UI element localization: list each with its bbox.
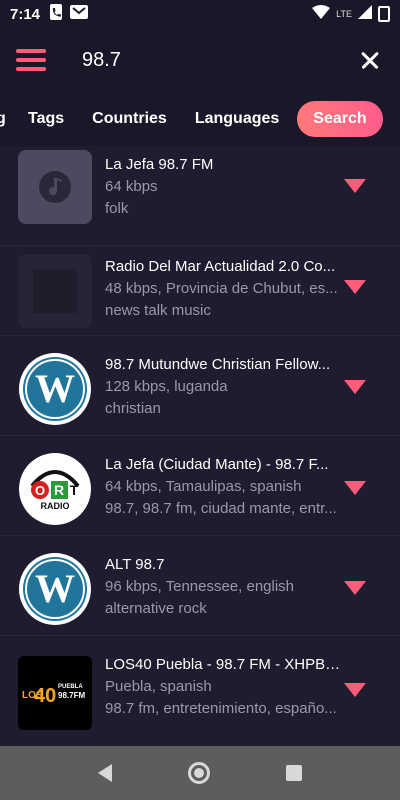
tab-search[interactable]: Search: [297, 101, 383, 137]
expand-icon[interactable]: [344, 581, 366, 597]
los40-city: PUEBLA: [58, 684, 83, 690]
station-title: LOS40 Puebla - 98.7 FM - XHPBA...: [105, 656, 343, 673]
notification-icon: [70, 5, 89, 23]
expand-icon[interactable]: [344, 280, 366, 296]
expand-icon[interactable]: [344, 683, 366, 699]
wordpress-logo-icon: W: [18, 552, 92, 626]
tab-languages[interactable]: Languages: [181, 102, 293, 136]
station-details: 48 kbps, Provincia de Chubut, es...: [105, 280, 338, 297]
status-right: LTE: [312, 5, 390, 23]
station-list-item[interactable]: Radio Del Mar Actualidad 2.0 Co... 48 kb…: [0, 246, 400, 336]
los40-number: 40: [34, 685, 56, 707]
station-details: 64 kbps: [105, 178, 158, 195]
wifi-icon: [312, 5, 331, 23]
los40-logo-icon: LOS 40 PUEBLA 98.7FM: [18, 656, 92, 730]
station-tags: christian: [105, 400, 161, 417]
svg-text:O: O: [35, 483, 45, 498]
back-icon[interactable]: [98, 764, 112, 782]
station-list-item[interactable]: O R T RADIO La Jefa (Ciudad Mante) - 98.…: [0, 436, 400, 536]
station-title: La Jefa 98.7 FM: [105, 156, 214, 173]
status-bar: 7:14 LTE: [0, 0, 400, 28]
signal-icon: [358, 5, 372, 23]
phone-icon: [50, 4, 63, 24]
station-list: La Jefa 98.7 FM 64 kbps folk Radio Del M…: [0, 146, 400, 746]
tab-tags[interactable]: Tags: [14, 102, 78, 136]
station-title: ALT 98.7: [105, 556, 165, 573]
station-title: La Jefa (Ciudad Mante) - 98.7 F...: [105, 456, 329, 473]
station-details: 96 kbps, Tennessee, english: [105, 578, 295, 595]
svg-text:R: R: [54, 482, 64, 498]
category-tabs: g Tags Countries Languages Search: [0, 92, 400, 146]
blank-logo-icon: [18, 254, 92, 328]
station-tags: 98.7 fm, entretenimiento, españo...: [105, 700, 337, 717]
close-icon[interactable]: [356, 46, 384, 74]
station-tags: 98.7, 98.7 fm, ciudad mante, entr...: [105, 500, 337, 517]
station-title: Radio Del Mar Actualidad 2.0 Co...: [105, 258, 336, 275]
station-list-item[interactable]: La Jefa 98.7 FM 64 kbps folk: [0, 146, 400, 246]
station-tags: news talk music: [105, 302, 211, 319]
tab-countries[interactable]: Countries: [78, 102, 181, 136]
station-list-item[interactable]: W 98.7 Mutundwe Christian Fellow... 128 …: [0, 336, 400, 436]
station-list-item[interactable]: LOS 40 PUEBLA 98.7FM LOS40 Puebla - 98.7…: [0, 636, 400, 746]
los40-freq: 98.7FM: [58, 691, 85, 700]
svg-text:W: W: [35, 366, 75, 411]
station-list-item[interactable]: W ALT 98.7 96 kbps, Tennessee, english a…: [0, 536, 400, 636]
station-title: 98.7 Mutundwe Christian Fellow...: [105, 356, 331, 373]
ort-radio-text: RADIO: [41, 501, 70, 511]
station-details: 128 kbps, luganda: [105, 378, 228, 395]
ort-radio-logo-icon: O R T RADIO: [18, 452, 92, 526]
search-input[interactable]: [82, 48, 322, 72]
expand-icon[interactable]: [344, 481, 366, 497]
network-type: LTE: [336, 9, 352, 19]
status-time: 7:14: [10, 5, 41, 23]
home-icon[interactable]: [188, 762, 210, 784]
music-note-icon: [18, 150, 92, 224]
svg-text:W: W: [35, 566, 75, 611]
svg-text:T: T: [70, 482, 79, 498]
app-header: [0, 28, 400, 92]
station-tags: folk: [105, 200, 129, 217]
tab-partial[interactable]: g: [0, 102, 14, 136]
expand-icon[interactable]: [344, 179, 366, 195]
station-tags: alternative rock: [105, 600, 207, 617]
station-details: 64 kbps, Tamaulipas, spanish: [105, 478, 302, 495]
expand-icon[interactable]: [344, 380, 366, 396]
system-nav-bar: [0, 746, 400, 800]
hamburger-menu-icon[interactable]: [16, 49, 46, 71]
wordpress-logo-icon: W: [18, 352, 92, 426]
recent-apps-icon[interactable]: [286, 765, 302, 781]
battery-icon: [378, 6, 390, 22]
station-details: Puebla, spanish: [105, 678, 212, 695]
